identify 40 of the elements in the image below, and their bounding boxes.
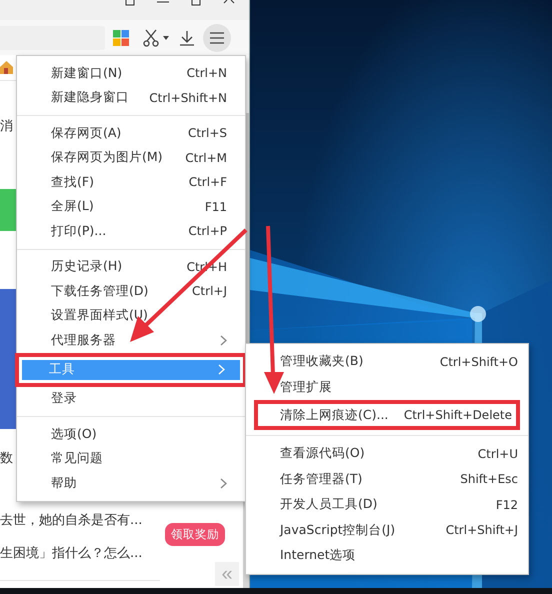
download-icon[interactable] [179, 30, 195, 46]
page-text: 数 [0, 450, 13, 467]
menu-item[interactable]: 常见问题 [17, 446, 245, 471]
apps-icon[interactable] [113, 30, 129, 46]
menu-item[interactable]: 清除上网痕迹(C)... Ctrl+Shift+Delete [254, 400, 520, 430]
chevron-icon [218, 364, 225, 375]
menu-item[interactable]: Internet选项 [246, 543, 528, 568]
menu-item[interactable]: 全屏(L) F11 [17, 194, 245, 219]
maximize-icon[interactable] [191, 0, 201, 6]
menu-item[interactable]: 管理扩展 [246, 374, 528, 400]
menu-item[interactable]: 任务管理器(T) Shift+Esc [246, 466, 528, 492]
menu-item[interactable]: JavaScript控制台(J) Ctrl+Shift+J [246, 518, 528, 543]
menu-item[interactable]: 代理服务器 [17, 328, 245, 352]
page-banner [0, 189, 16, 231]
menu-button[interactable] [203, 24, 231, 52]
minimize-icon[interactable] [157, 0, 169, 4]
menu-item[interactable]: 打印(P)... Ctrl+P [17, 219, 245, 244]
menu-item[interactable]: 登录 [17, 386, 245, 411]
menu-item[interactable]: 保存网页为图片(M) Ctrl+M [17, 146, 245, 170]
menu-item[interactable]: 帮助 [17, 471, 245, 496]
house-icon[interactable] [0, 61, 13, 74]
menu-item[interactable]: 管理收藏夹(B) Ctrl+Shift+O [246, 349, 528, 374]
close-icon[interactable] [223, 0, 235, 4]
chevron-icon [220, 478, 227, 489]
menu-item[interactable]: 选项(O) [17, 422, 245, 446]
menu-item[interactable]: 下载任务管理(D) Ctrl+J [17, 279, 245, 304]
caret-icon[interactable] [163, 36, 169, 40]
scissors-icon[interactable] [143, 28, 159, 46]
page-text: 消 [0, 118, 13, 135]
menu-item[interactable]: 新建隐身窗口 Ctrl+Shift+N [17, 86, 245, 110]
article-link[interactable]: 去世，她的自杀是否有... [0, 511, 142, 529]
chevron-icon [220, 334, 227, 346]
menu-item[interactable]: 开发人员工具(D) F12 [246, 492, 528, 518]
restore-icon[interactable] [125, 0, 135, 6]
article-link[interactable]: 生困境」指什么？怎么... [0, 544, 142, 562]
menu-item[interactable]: 新建窗口(N) Ctrl+N [17, 61, 245, 86]
menu-icon [210, 32, 224, 44]
menu-item[interactable]: 查看源代码(O) Ctrl+U [246, 441, 528, 466]
menu-item[interactable]: 查找(F) Ctrl+F [17, 170, 245, 194]
menu-item[interactable]: 保存网页(A) Ctrl+S [17, 121, 245, 146]
